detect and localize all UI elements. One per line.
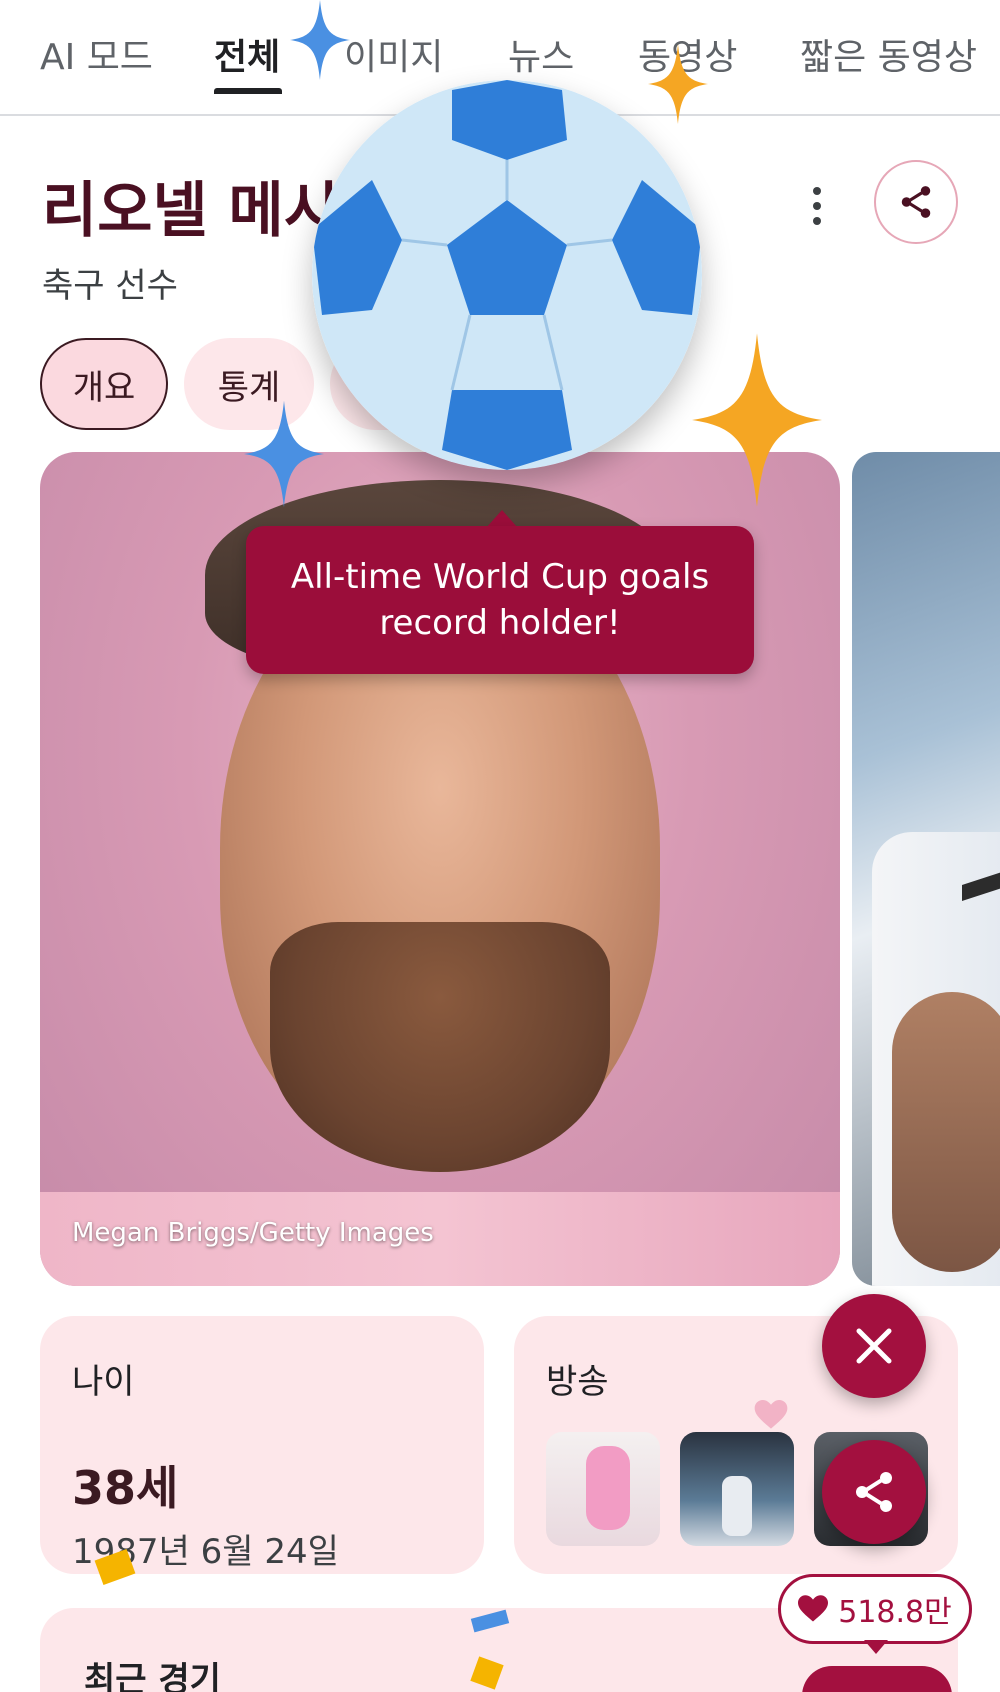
broadcast-thumbnail[interactable] [546,1432,660,1546]
tab-ai-mode[interactable]: AI 모드 [40,28,153,80]
share-fab[interactable] [822,1440,926,1544]
more-options-button[interactable] [794,180,840,232]
active-tab-indicator [214,88,282,94]
age-value: 38세 [72,1461,179,1515]
close-button[interactable] [822,1294,926,1398]
age-label: 나이 [72,1362,135,1402]
like-counter[interactable]: 518.8만 [778,1574,972,1644]
sparkle-icon [244,400,324,508]
entity-title: 리오넬 메시 [42,176,339,246]
share-icon [901,186,931,218]
sparkle-icon [648,44,708,124]
like-count: 518.8만 [838,1595,952,1630]
like-counter-tail [864,1640,888,1654]
share-icon [856,1472,892,1512]
share-button[interactable] [874,160,958,244]
recent-games-label: 최근 경기 [84,1660,221,1692]
heart-icon [798,1595,829,1622]
close-icon [856,1328,892,1364]
entity-subtitle: 축구 선수 [42,266,178,306]
broadcast-thumbnail[interactable] [680,1432,794,1546]
soccer-ball-icon [312,80,702,470]
tab-all[interactable]: 전체 [214,28,280,80]
tab-images[interactable]: 이미지 [344,28,443,80]
sparkle-icon [290,0,350,80]
side-arm [892,992,1000,1272]
age-card[interactable]: 나이 38세 1987년 6월 24일 [40,1316,484,1574]
hero-beard [270,922,610,1172]
more-vert-icon [813,187,821,195]
tab-news[interactable]: 뉴스 [508,28,574,80]
sparkle-icon [692,333,822,507]
image-credit: Megan Briggs/Getty Images [72,1218,434,1248]
like-fab[interactable] [802,1666,952,1692]
chip-overview[interactable]: 개요 [40,338,168,430]
tab-short-videos[interactable]: 짧은 동영상 [800,28,977,80]
broadcast-label: 방송 [546,1362,609,1402]
heart-icon [754,1400,788,1429]
secondary-image[interactable] [852,452,1000,1286]
fact-tooltip: All-time World Cup goals record holder! [246,526,754,674]
